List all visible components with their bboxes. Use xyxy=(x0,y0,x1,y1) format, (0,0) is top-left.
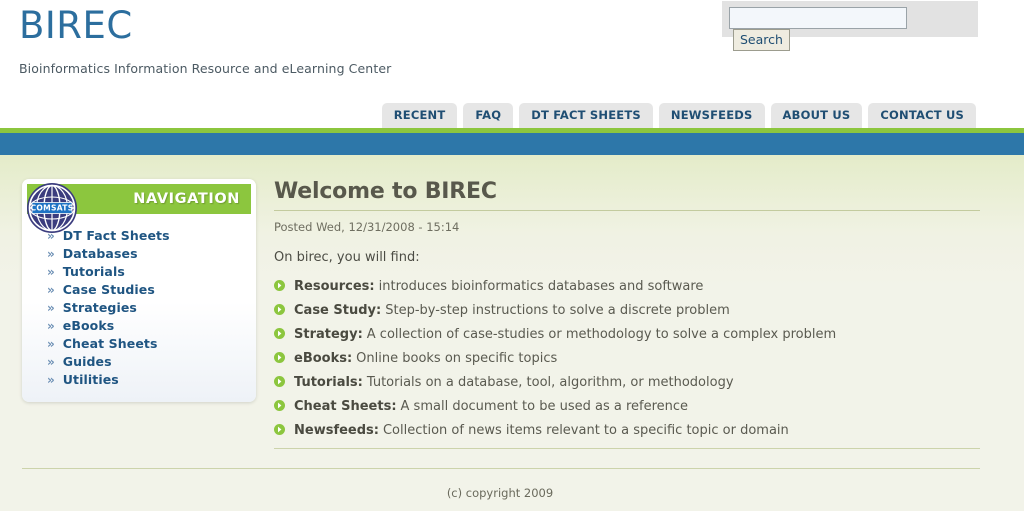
tab-faq[interactable]: FAQ xyxy=(463,103,514,128)
feature-term: eBooks: xyxy=(294,351,353,366)
arrow-circle-right-icon xyxy=(274,304,285,315)
site-title: BIREC xyxy=(19,4,133,47)
feature-term: Tutorials: xyxy=(294,375,363,390)
sidebar-item-guides[interactable]: » Guides xyxy=(27,352,251,370)
list-item: Cheat Sheets: A small document to be used… xyxy=(274,399,984,414)
sidebar-item-ebooks[interactable]: » eBooks xyxy=(27,316,251,334)
arrow-circle-right-icon xyxy=(274,280,285,291)
chevron-double-right-icon: » xyxy=(47,282,55,297)
list-item: Tutorials: Tutorials on a database, tool,… xyxy=(274,375,984,390)
footer-divider xyxy=(22,468,980,469)
arrow-circle-right-icon xyxy=(274,400,285,411)
list-item: Newsfeeds: Collection of news items relev… xyxy=(274,423,984,438)
list-item: eBooks: Online books on specific topics xyxy=(274,351,984,366)
comsats-globe-logo: COMSATS xyxy=(26,182,78,234)
sidebar-item-label: DT Fact Sheets xyxy=(62,227,170,243)
sidebar-menu: » DT Fact Sheets » Databases » Tutorials… xyxy=(27,214,251,392)
arrow-circle-right-icon xyxy=(274,352,285,363)
tab-recent[interactable]: RECENT xyxy=(381,103,458,128)
feature-description: A small document to be used as a referen… xyxy=(400,399,689,414)
site-slogan: Bioinformatics Information Resource and … xyxy=(19,61,392,76)
tab-newsfeeds[interactable]: NEWSFEEDS xyxy=(658,103,765,128)
feature-description: Online books on specific topics xyxy=(356,351,558,366)
sidebar-item-case-studies[interactable]: » Case Studies xyxy=(27,280,251,298)
sidebar-item-label: Guides xyxy=(62,353,112,369)
feature-term: Resources: xyxy=(294,279,375,294)
primary-nav-tabs: RECENT FAQ DT FACT SHEETS NEWSFEEDS ABOU… xyxy=(0,101,1024,128)
content-wrapper: NAVIGATION » DT Fact Sheets » Databases … xyxy=(0,155,1024,511)
chevron-double-right-icon: » xyxy=(47,318,55,333)
feature-description: introduces bioinformatics databases and … xyxy=(378,279,704,294)
sidebar-item-label: Tutorials xyxy=(62,263,125,279)
sidebar-item-label: eBooks xyxy=(62,317,115,333)
footer-copyright: (c) copyright 2009 xyxy=(446,486,554,500)
feature-list: Resources: introduces bioinformatics data… xyxy=(274,279,984,438)
tab-contact-us[interactable]: CONTACT US xyxy=(868,103,976,128)
sidebar-item-utilities[interactable]: » Utilities xyxy=(27,370,251,388)
chevron-double-right-icon: » xyxy=(47,300,55,315)
title-divider xyxy=(274,210,980,211)
feature-term: Cheat Sheets: xyxy=(294,399,397,414)
feature-description: Step-by-step instructions to solve a dis… xyxy=(385,303,730,318)
tab-dt-fact-sheets[interactable]: DT FACT SHEETS xyxy=(519,103,653,128)
main-content: Welcome to BIREC Posted Wed, 12/31/2008 … xyxy=(274,179,984,447)
sidebar-item-label: Cheat Sheets xyxy=(62,335,158,351)
feature-description: Collection of news items relevant to a s… xyxy=(382,423,789,438)
feature-description: A collection of case-studies or methodol… xyxy=(366,327,837,342)
tab-about-us[interactable]: ABOUT US xyxy=(770,103,863,128)
sidebar-item-label: Databases xyxy=(62,245,138,261)
sidebar-item-strategies[interactable]: » Strategies xyxy=(27,298,251,316)
search-input[interactable] xyxy=(729,7,907,29)
sidebar-item-cheat-sheets[interactable]: » Cheat Sheets xyxy=(27,334,251,352)
list-item: Resources: introduces bioinformatics data… xyxy=(274,279,984,294)
list-item: Case Study: Step-by-step instructions to … xyxy=(274,303,984,318)
arrow-circle-right-icon xyxy=(274,328,285,339)
site-header: BIREC Bioinformatics Information Resourc… xyxy=(0,0,1024,128)
feature-term: Strategy: xyxy=(294,327,363,342)
chevron-double-right-icon: » xyxy=(47,354,55,369)
svg-text:COMSATS: COMSATS xyxy=(30,204,73,213)
feature-description: Tutorials on a database, tool, algorithm… xyxy=(366,375,734,390)
chevron-double-right-icon: » xyxy=(47,336,55,351)
arrow-circle-right-icon xyxy=(274,376,285,387)
feature-term: Newsfeeds: xyxy=(294,423,379,438)
content-bottom-divider xyxy=(274,448,980,449)
sidebar-item-databases[interactable]: » Databases xyxy=(27,244,251,262)
sidebar-item-label: Strategies xyxy=(62,299,137,315)
search-button[interactable]: Search xyxy=(733,29,790,51)
feature-term: Case Study: xyxy=(294,303,382,318)
intro-text: On birec, you will find: xyxy=(274,250,420,265)
sidebar-block-title: NAVIGATION xyxy=(133,191,240,207)
sidebar-item-label: Utilities xyxy=(62,371,119,387)
chevron-double-right-icon: » xyxy=(47,264,55,279)
page-title: Welcome to BIREC xyxy=(274,179,497,204)
list-item: Strategy: A collection of case-studies or… xyxy=(274,327,984,342)
sidebar-item-tutorials[interactable]: » Tutorials xyxy=(27,262,251,280)
post-submitted-meta: Posted Wed, 12/31/2008 - 15:14 xyxy=(274,220,460,234)
search-box: Search xyxy=(722,1,978,51)
blue-nav-bar xyxy=(0,133,1024,155)
sidebar-item-label: Case Studies xyxy=(62,281,155,297)
arrow-circle-right-icon xyxy=(274,424,285,435)
chevron-double-right-icon: » xyxy=(47,246,55,261)
chevron-double-right-icon: » xyxy=(47,372,55,387)
